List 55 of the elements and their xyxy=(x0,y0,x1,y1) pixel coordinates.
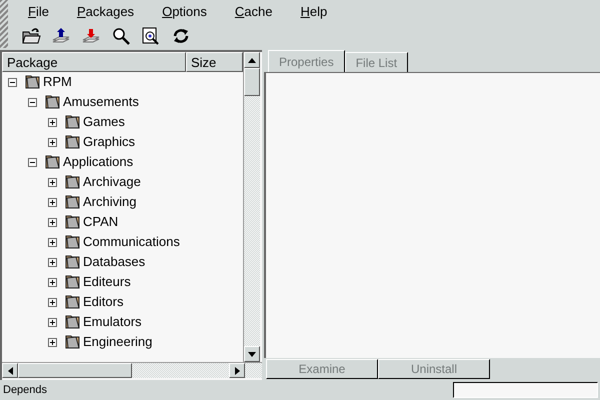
folder-icon xyxy=(65,234,81,250)
folder-icon xyxy=(65,294,81,310)
tree-item[interactable]: Databases xyxy=(83,252,146,272)
folder-icon xyxy=(65,194,81,210)
expand-icon[interactable] xyxy=(48,178,57,186)
folder-icon xyxy=(25,74,41,90)
tree-item[interactable]: Applications xyxy=(63,152,134,172)
menu-item[interactable]: Cache xyxy=(226,2,280,22)
grip-handle[interactable] xyxy=(0,0,8,48)
tree-item[interactable]: Communications xyxy=(83,232,180,252)
horizontal-scrollbar[interactable] xyxy=(2,362,262,378)
tree-item[interactable]: Emulators xyxy=(83,312,142,332)
menu-item[interactable]: Options xyxy=(154,2,215,22)
collapse-icon[interactable] xyxy=(8,78,17,86)
expand-icon[interactable] xyxy=(48,298,57,306)
menu-item[interactable]: Help xyxy=(292,2,336,22)
menu-item[interactable]: File xyxy=(20,2,57,22)
tree-item[interactable]: Archiving xyxy=(83,192,136,212)
tree-item[interactable]: CPAN xyxy=(83,212,118,232)
expand-icon[interactable] xyxy=(48,118,57,126)
expand-icon[interactable] xyxy=(48,318,57,326)
tree-item[interactable]: Editeurs xyxy=(83,272,131,292)
column-header[interactable]: Package xyxy=(2,52,186,72)
expand-icon[interactable] xyxy=(48,338,57,346)
folder-icon xyxy=(65,174,81,190)
expand-icon[interactable] xyxy=(48,198,57,206)
status-text: Depends xyxy=(2,382,48,398)
expand-icon[interactable] xyxy=(48,258,57,266)
folder-icon xyxy=(45,154,61,170)
folder-icon xyxy=(65,214,81,230)
tree-item[interactable]: Engineering xyxy=(83,332,152,352)
tree-item[interactable]: RPM xyxy=(43,72,72,92)
folder-icon xyxy=(65,134,81,150)
tree-item[interactable]: Editors xyxy=(83,292,124,312)
scrollbar-thumb[interactable] xyxy=(244,68,260,96)
folder-icon xyxy=(65,114,81,130)
folder-icon xyxy=(45,94,61,110)
expand-icon[interactable] xyxy=(48,218,57,226)
tree-item[interactable]: Games xyxy=(83,112,125,132)
expand-icon[interactable] xyxy=(48,238,57,246)
menu-item[interactable]: Packages xyxy=(68,2,142,22)
expand-icon[interactable] xyxy=(48,278,57,286)
expand-icon[interactable] xyxy=(48,138,57,146)
folder-icon xyxy=(65,274,81,290)
folder-icon xyxy=(65,314,81,330)
folder-icon xyxy=(65,334,81,350)
column-header[interactable]: Size xyxy=(186,52,243,72)
collapse-icon[interactable] xyxy=(28,158,37,166)
tree-item[interactable]: Archivage xyxy=(83,172,141,192)
tree-item[interactable]: Graphics xyxy=(83,132,136,152)
tree-item[interactable]: Amusements xyxy=(63,92,139,112)
scrollbar-thumb[interactable] xyxy=(18,363,132,378)
folder-icon xyxy=(65,254,81,270)
collapse-icon[interactable] xyxy=(28,98,37,106)
vertical-scrollbar[interactable] xyxy=(243,52,260,362)
